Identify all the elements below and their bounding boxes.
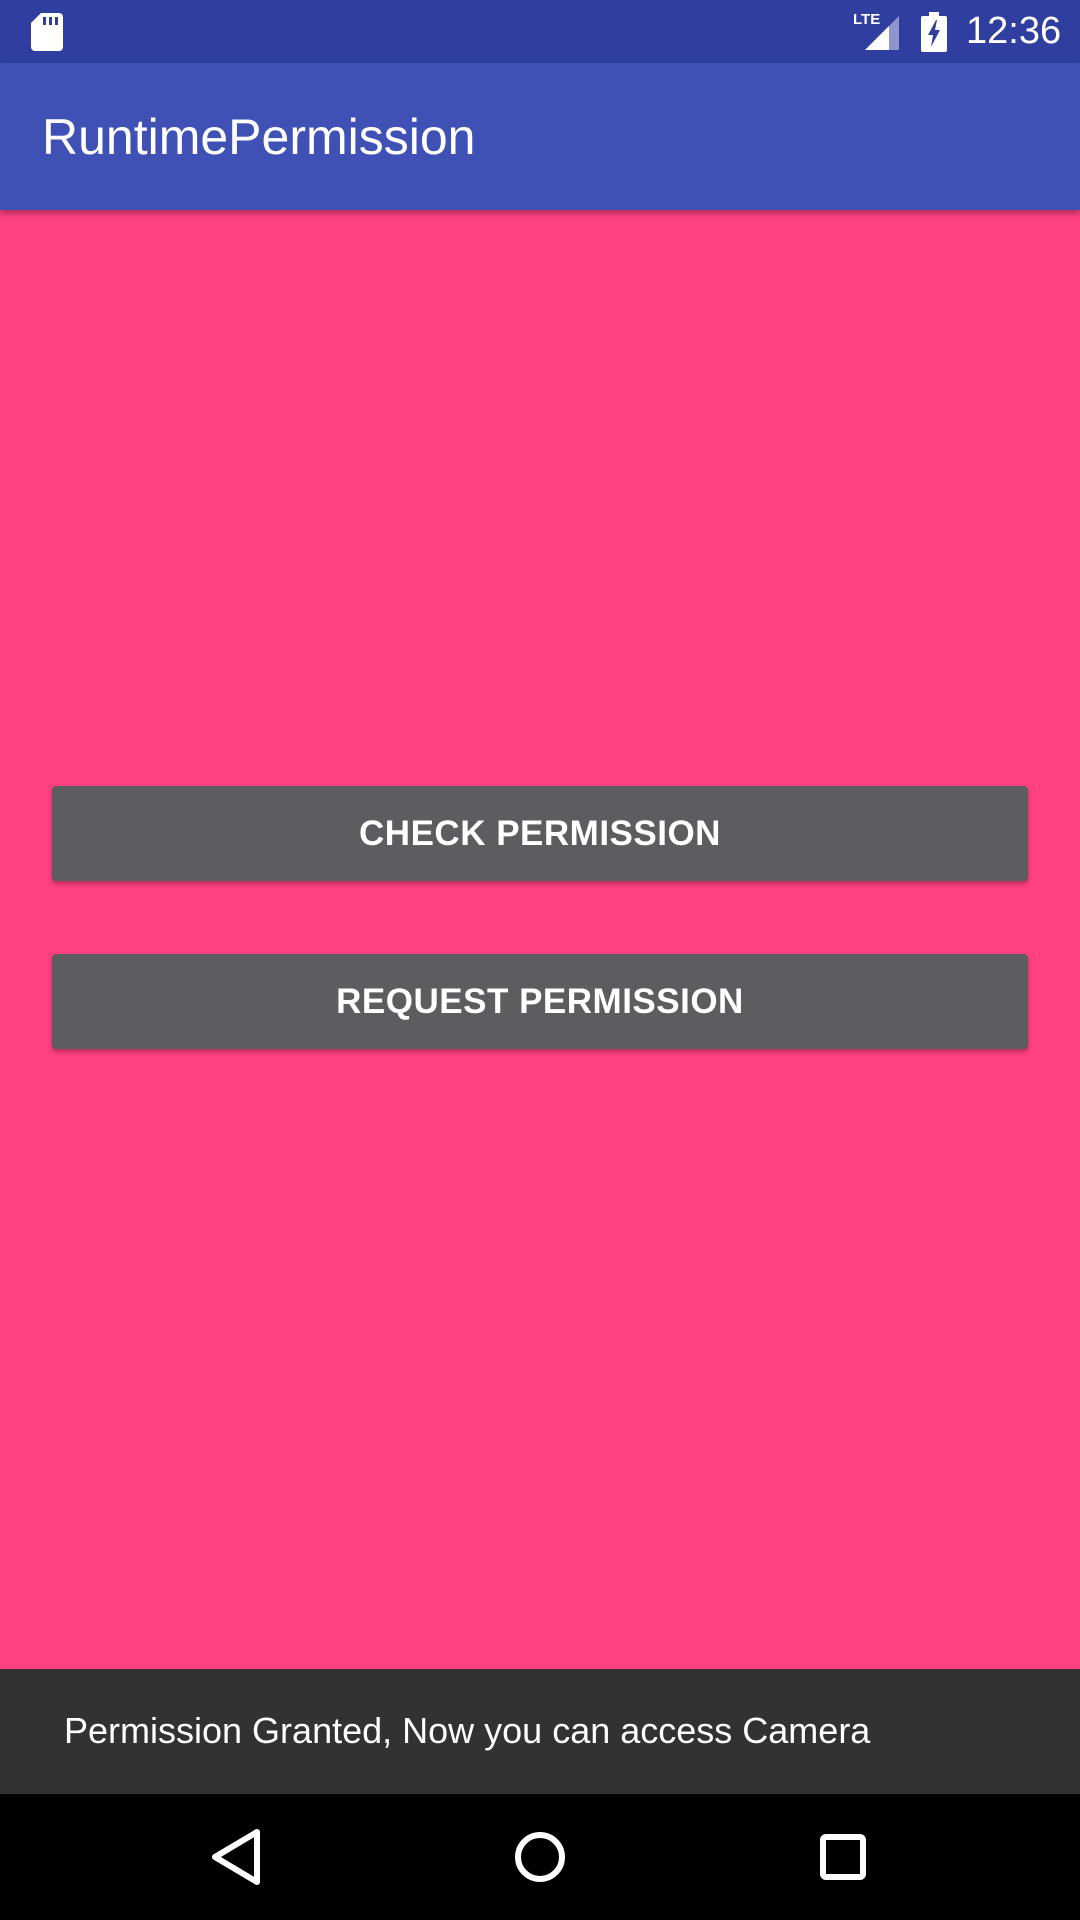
back-icon[interactable] xyxy=(203,1824,269,1890)
lte-signal-icon: LTE xyxy=(853,11,899,50)
navigation-bar xyxy=(0,1794,1080,1920)
app-title: RuntimePermission xyxy=(42,109,476,165)
main-content: CHECK PERMISSION REQUEST PERMISSION xyxy=(0,210,1080,1669)
request-permission-button[interactable]: REQUEST PERMISSION xyxy=(52,954,1028,1049)
snackbar: Permission Granted, Now you can access C… xyxy=(0,1669,1080,1794)
recents-icon[interactable] xyxy=(810,1824,876,1890)
status-clock: 12:36 xyxy=(966,10,1062,52)
sd-card-icon xyxy=(31,13,63,51)
home-icon[interactable] xyxy=(507,1824,573,1890)
check-permission-button[interactable]: CHECK PERMISSION xyxy=(52,786,1028,881)
snackbar-message: Permission Granted, Now you can access C… xyxy=(64,1710,871,1751)
battery-charging-icon xyxy=(921,12,947,52)
lte-label: LTE xyxy=(853,11,880,28)
status-bar: LTE 12:36 xyxy=(0,0,1080,63)
app-bar: RuntimePermission xyxy=(0,63,1080,210)
